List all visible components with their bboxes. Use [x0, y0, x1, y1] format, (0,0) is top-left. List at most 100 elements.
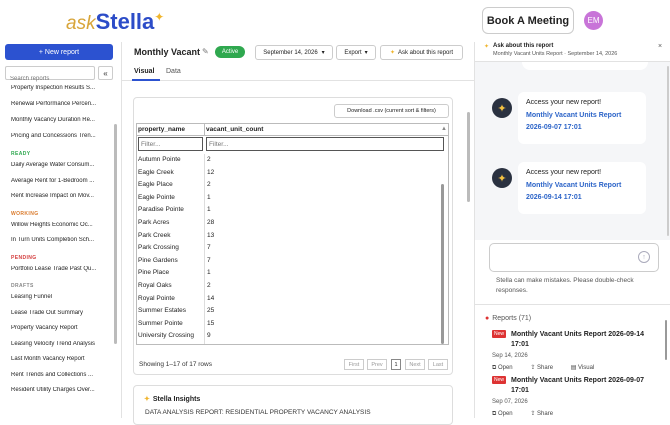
pager-first-button[interactable]: First [344, 359, 364, 370]
chat-scrollbar[interactable] [667, 66, 669, 236]
sidebar-report-item[interactable]: Daily Average Water Consum... [11, 162, 103, 168]
report-link[interactable]: Monthly Vacant Units Report 2026-09-07 1… [526, 110, 638, 134]
download-csv-button[interactable]: Download .csv (current sort & filters) [334, 104, 449, 118]
share-action[interactable]: ⇪ Share [530, 411, 561, 417]
table-row: Eagle Place2 [137, 179, 449, 192]
ask-about-label: Ask about this report [398, 50, 453, 56]
grid-scrollbar[interactable] [441, 184, 444, 344]
column-header-property-name[interactable]: property_name [137, 124, 205, 136]
search-reports-input[interactable] [6, 73, 94, 85]
property-name-cell: University Crossing [138, 332, 204, 339]
sidebar-report-item[interactable]: Lease Trade Out Summary [11, 310, 103, 316]
property-name-cell: Park Acres [138, 219, 204, 226]
vacant-count-cell: 7 [207, 257, 211, 264]
sparkle-icon: ✦ [390, 49, 395, 56]
report-item-title[interactable]: Monthly Vacant Units Report 2026-09-07 1… [511, 376, 651, 396]
sidebar-report-item[interactable]: Last Month Vacancy Report [11, 356, 103, 362]
property-name-cell: Summer Pointe [138, 320, 204, 327]
collapse-sidebar-button[interactable]: « [98, 66, 113, 80]
column-header-vacant-unit-count[interactable]: vacant_unit_count▲ [205, 124, 449, 136]
sidebar-scrollbar[interactable] [114, 124, 117, 344]
sidebar-report-item[interactable]: Portfolio Lease Trade Past Qu... [11, 266, 103, 272]
column-separator [204, 330, 205, 343]
date-select[interactable]: September 14, 2026 ▾ [255, 45, 333, 60]
report-item-title[interactable]: Monthly Vacant Units Report 2026-09-14 1… [511, 330, 651, 350]
sidebar-report-item[interactable]: Property Vacancy Report [11, 325, 103, 331]
reports-header[interactable]: ●Reports (71) [485, 315, 531, 322]
filter-property-name-input[interactable] [138, 137, 203, 151]
sidebar-report-item[interactable]: Leasing Funnel [11, 294, 103, 300]
chat-area: ✦ Access your new report! Monthly Vacant… [475, 62, 670, 240]
search-reports-field[interactable] [5, 66, 95, 80]
sidebar-section-ready: READY [11, 151, 31, 157]
close-icon[interactable]: × [658, 43, 662, 50]
sidebar-report-item[interactable]: Rent Trends and Collections ... [11, 372, 103, 378]
grid-rows: Autumn Pointe2Eagle Creek12Eagle Place2E… [137, 154, 449, 345]
table-row: Eagle Pointe1 [137, 192, 449, 205]
open-action[interactable]: ⧉ Open [492, 365, 521, 371]
message-text: Access your new report! [526, 99, 638, 106]
tab-data[interactable]: Data [166, 68, 181, 75]
ask-about-report-button[interactable]: ✦ Ask about this report [380, 45, 463, 60]
sidebar-report-item[interactable]: Monthly Vacancy Duration Re... [11, 117, 103, 123]
sidebar-report-item[interactable]: Property Inspection Results S... [11, 85, 103, 91]
stella-sparkle-icon: ✦ [492, 168, 512, 188]
pager-prev-button[interactable]: Prev [367, 359, 387, 370]
sidebar-section-pending: PENDING [11, 255, 37, 261]
table-row: Royal Oaks2 [137, 280, 449, 293]
vacant-count-cell: 15 [207, 320, 214, 327]
sidebar-report-item[interactable]: Renewal Performance Percen... [11, 101, 103, 107]
vacant-count-cell: 12 [207, 169, 214, 176]
sparkle-icon: ✦ [154, 10, 164, 24]
table-row: Royal Pointe14 [137, 293, 449, 306]
pager-next-button[interactable]: Next [405, 359, 425, 370]
pager-last-button[interactable]: Last [428, 359, 448, 370]
sidebar-report-item[interactable]: Resident Utility Charges Over... [11, 387, 103, 393]
pager-page-number[interactable]: 1 [391, 359, 401, 370]
report-item-actions: ⧉ Open ⇪ Share ▤ Visual [492, 364, 610, 372]
report-link[interactable]: Monthly Vacant Units Report 2026-09-14 1… [526, 180, 638, 204]
chat-input[interactable] [489, 243, 659, 272]
message-text: Access your new report! [526, 169, 638, 176]
disclaimer-text: Stella can make mistakes. Please double-… [496, 276, 646, 296]
table-row: Pine Place1 [137, 267, 449, 280]
message-bubble-partial [522, 62, 648, 70]
sidebar-report-item[interactable]: In Turn Units Completion Sch... [11, 237, 103, 243]
column-separator [204, 318, 205, 331]
vacant-count-cell: 7 [207, 244, 211, 251]
property-name-cell: Pine Place [138, 269, 204, 276]
property-name-cell: Pine Gardens [138, 257, 204, 264]
property-name-cell: Paradise Pointe [138, 206, 204, 213]
sidebar-section-working: WORKING [11, 211, 39, 217]
pencil-edit-icon[interactable]: ✎ [202, 47, 209, 56]
table-row: Autumn Pointe2 [137, 154, 449, 167]
export-button[interactable]: Export ▾ [336, 45, 376, 60]
reports-scrollbar[interactable] [665, 320, 667, 360]
book-meeting-button[interactable]: Book A Meeting [482, 7, 574, 34]
filter-vacant-unit-count-input[interactable] [206, 137, 444, 151]
active-tab-indicator [132, 79, 160, 81]
property-name-cell: Eagle Place [138, 181, 204, 188]
vacant-count-cell: 2 [207, 282, 211, 289]
new-report-button[interactable]: + New report [5, 44, 113, 60]
send-arrow-icon[interactable]: ↑ [638, 251, 650, 263]
sidebar-report-item[interactable]: Rent Increase Impact on Mov... [11, 193, 103, 199]
main-scrollbar[interactable] [467, 112, 470, 202]
sort-icon[interactable]: ▲ [441, 126, 447, 132]
property-name-cell: Park Creek [138, 232, 204, 239]
tab-visual[interactable]: Visual [134, 68, 155, 75]
sidebar-report-item[interactable]: Average Rent for 1-Bedroom ... [11, 178, 103, 184]
visual-action[interactable]: ▤ Visual [571, 365, 603, 371]
asks-stella-logo[interactable]: askStella✦ [66, 9, 164, 35]
stella-insights-card: ✦Stella Insights DATA ANALYSIS REPORT: R… [133, 385, 453, 425]
chevron-down-icon: ▾ [365, 49, 368, 56]
export-label: Export [344, 50, 361, 56]
sidebar-report-item[interactable]: Willow Heights Economic Oc... [11, 222, 103, 228]
insights-title-label: Stella Insights [153, 396, 200, 403]
open-label: Open [498, 365, 513, 371]
open-action[interactable]: ⧉ Open [492, 411, 521, 417]
user-avatar[interactable]: EM [584, 11, 603, 30]
sidebar-report-item[interactable]: Pricing and Concessions Tren... [11, 133, 103, 139]
share-action[interactable]: ⇪ Share [530, 365, 561, 371]
sidebar-report-item[interactable]: Leasing Velocity Trend Analysis [11, 341, 103, 347]
